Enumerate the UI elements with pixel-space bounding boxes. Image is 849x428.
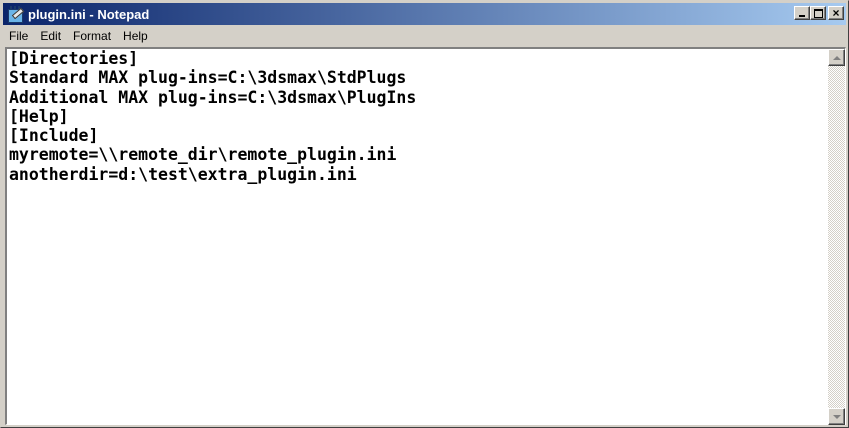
vertical-scrollbar[interactable] — [828, 49, 845, 425]
caption-buttons: × — [794, 6, 844, 20]
scroll-down-button[interactable] — [828, 408, 845, 425]
maximize-icon — [814, 9, 823, 18]
menu-file[interactable]: File — [3, 29, 34, 43]
menu-edit[interactable]: Edit — [34, 29, 67, 43]
text-editor[interactable]: [Directories] Standard MAX plug-ins=C:\3… — [5, 47, 846, 425]
text-line: [Help] — [9, 106, 69, 126]
scroll-up-button[interactable] — [828, 49, 845, 66]
menu-help[interactable]: Help — [117, 29, 154, 43]
minimize-button[interactable] — [794, 6, 810, 20]
notepad-icon[interactable] — [7, 6, 25, 23]
text-line: myremote=\\remote_dir\remote_plugin.ini — [9, 145, 397, 165]
arrow-down-icon — [833, 415, 841, 419]
minimize-icon — [799, 15, 805, 17]
window-title: plugin.ini - Notepad — [28, 6, 150, 22]
notepad-window: plugin.ini - Notepad × File Edit Format … — [0, 0, 849, 428]
arrow-up-icon — [833, 56, 841, 60]
close-icon: × — [832, 6, 840, 20]
menu-bar: File Edit Format Help — [3, 26, 846, 45]
text-line: [Include] — [9, 126, 99, 146]
text-line: Standard MAX plug-ins=C:\3dsmax\StdPlugs — [9, 68, 407, 88]
title-bar[interactable]: plugin.ini - Notepad × — [3, 3, 846, 25]
maximize-button[interactable] — [810, 6, 826, 20]
text-content[interactable]: [Directories] Standard MAX plug-ins=C:\3… — [7, 49, 829, 425]
text-line: [Directories] — [9, 49, 139, 68]
text-line: Additional MAX plug-ins=C:\3dsmax\PlugIn… — [9, 87, 417, 107]
text-line: anotherdir=d:\test\extra_plugin.ini — [9, 164, 357, 184]
close-button[interactable]: × — [828, 6, 844, 20]
menu-format[interactable]: Format — [67, 29, 117, 43]
